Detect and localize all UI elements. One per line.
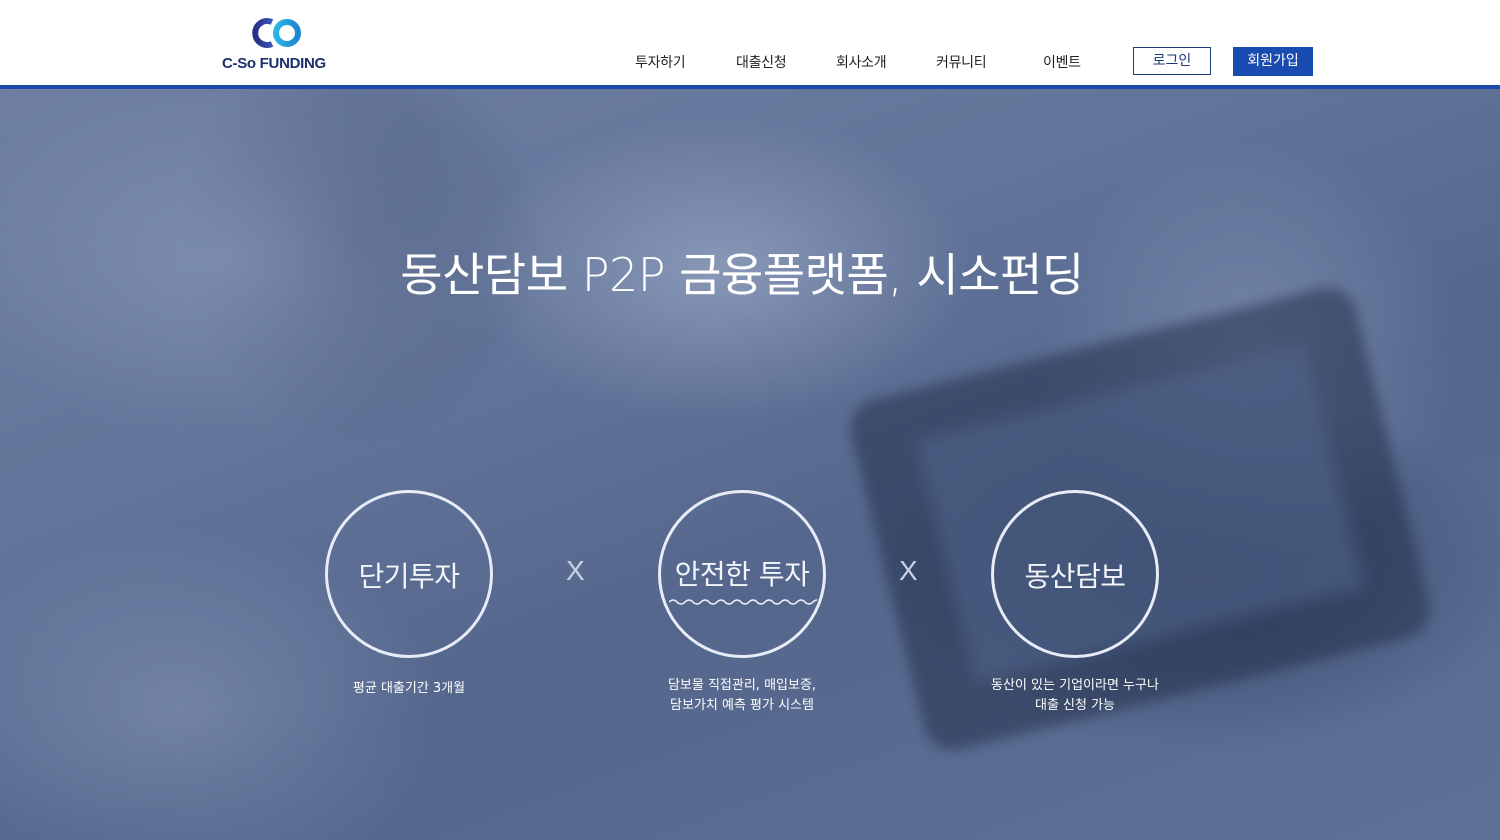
separator-x: X	[566, 555, 585, 586]
feature-circle-safe-invest: 안전한 투자	[658, 490, 826, 658]
nav-invest[interactable]: 투자하기	[635, 52, 686, 72]
login-button[interactable]: 로그인	[1133, 47, 1211, 75]
hero-section: 동산담보 P2P 금융플랫폼, 시소펀딩 단기투자 X 안전한 투자 X 동산담…	[0, 89, 1500, 840]
nav-loan-apply[interactable]: 대출신청	[736, 52, 787, 72]
hero-overlay	[0, 89, 1500, 840]
feature-caption-short-term: 평균 대출기간 3개월	[352, 681, 466, 696]
cso-funding-logo[interactable]: C-So FUNDING	[222, 14, 342, 76]
nav-company[interactable]: 회사소개	[836, 52, 887, 72]
feature-circle-movable-collateral: 동산담보	[991, 490, 1159, 658]
site-header: C-So FUNDING 투자하기 대출신청 회사소개 커뮤니티 이벤트 로그인…	[0, 0, 1500, 85]
feature-circle-short-term: 단기투자	[325, 490, 493, 658]
nav-community[interactable]: 커뮤니티	[936, 52, 987, 72]
hero-title: 동산담보 P2P 금융플랫폼, 시소펀딩	[400, 248, 1084, 302]
feature-caption-movable-collateral: 동산이 있는 기업이라면 누구나 대출 신청 가능	[991, 678, 1159, 713]
feature-label: 단기투자	[358, 560, 460, 593]
separator-x: X	[899, 555, 918, 586]
feature-caption-safe-invest: 담보물 직접관리, 매입보증, 담보가치 예측 평가 시스템	[667, 678, 817, 713]
nav-event[interactable]: 이벤트	[1043, 52, 1081, 72]
wave-underline-icon	[669, 599, 817, 605]
logo-text: C-So FUNDING	[222, 55, 326, 72]
logo-mark-icon	[252, 18, 301, 48]
feature-label: 동산담보	[1024, 560, 1126, 593]
signup-button[interactable]: 회원가입	[1233, 47, 1313, 76]
feature-label: 안전한 투자	[674, 558, 810, 591]
